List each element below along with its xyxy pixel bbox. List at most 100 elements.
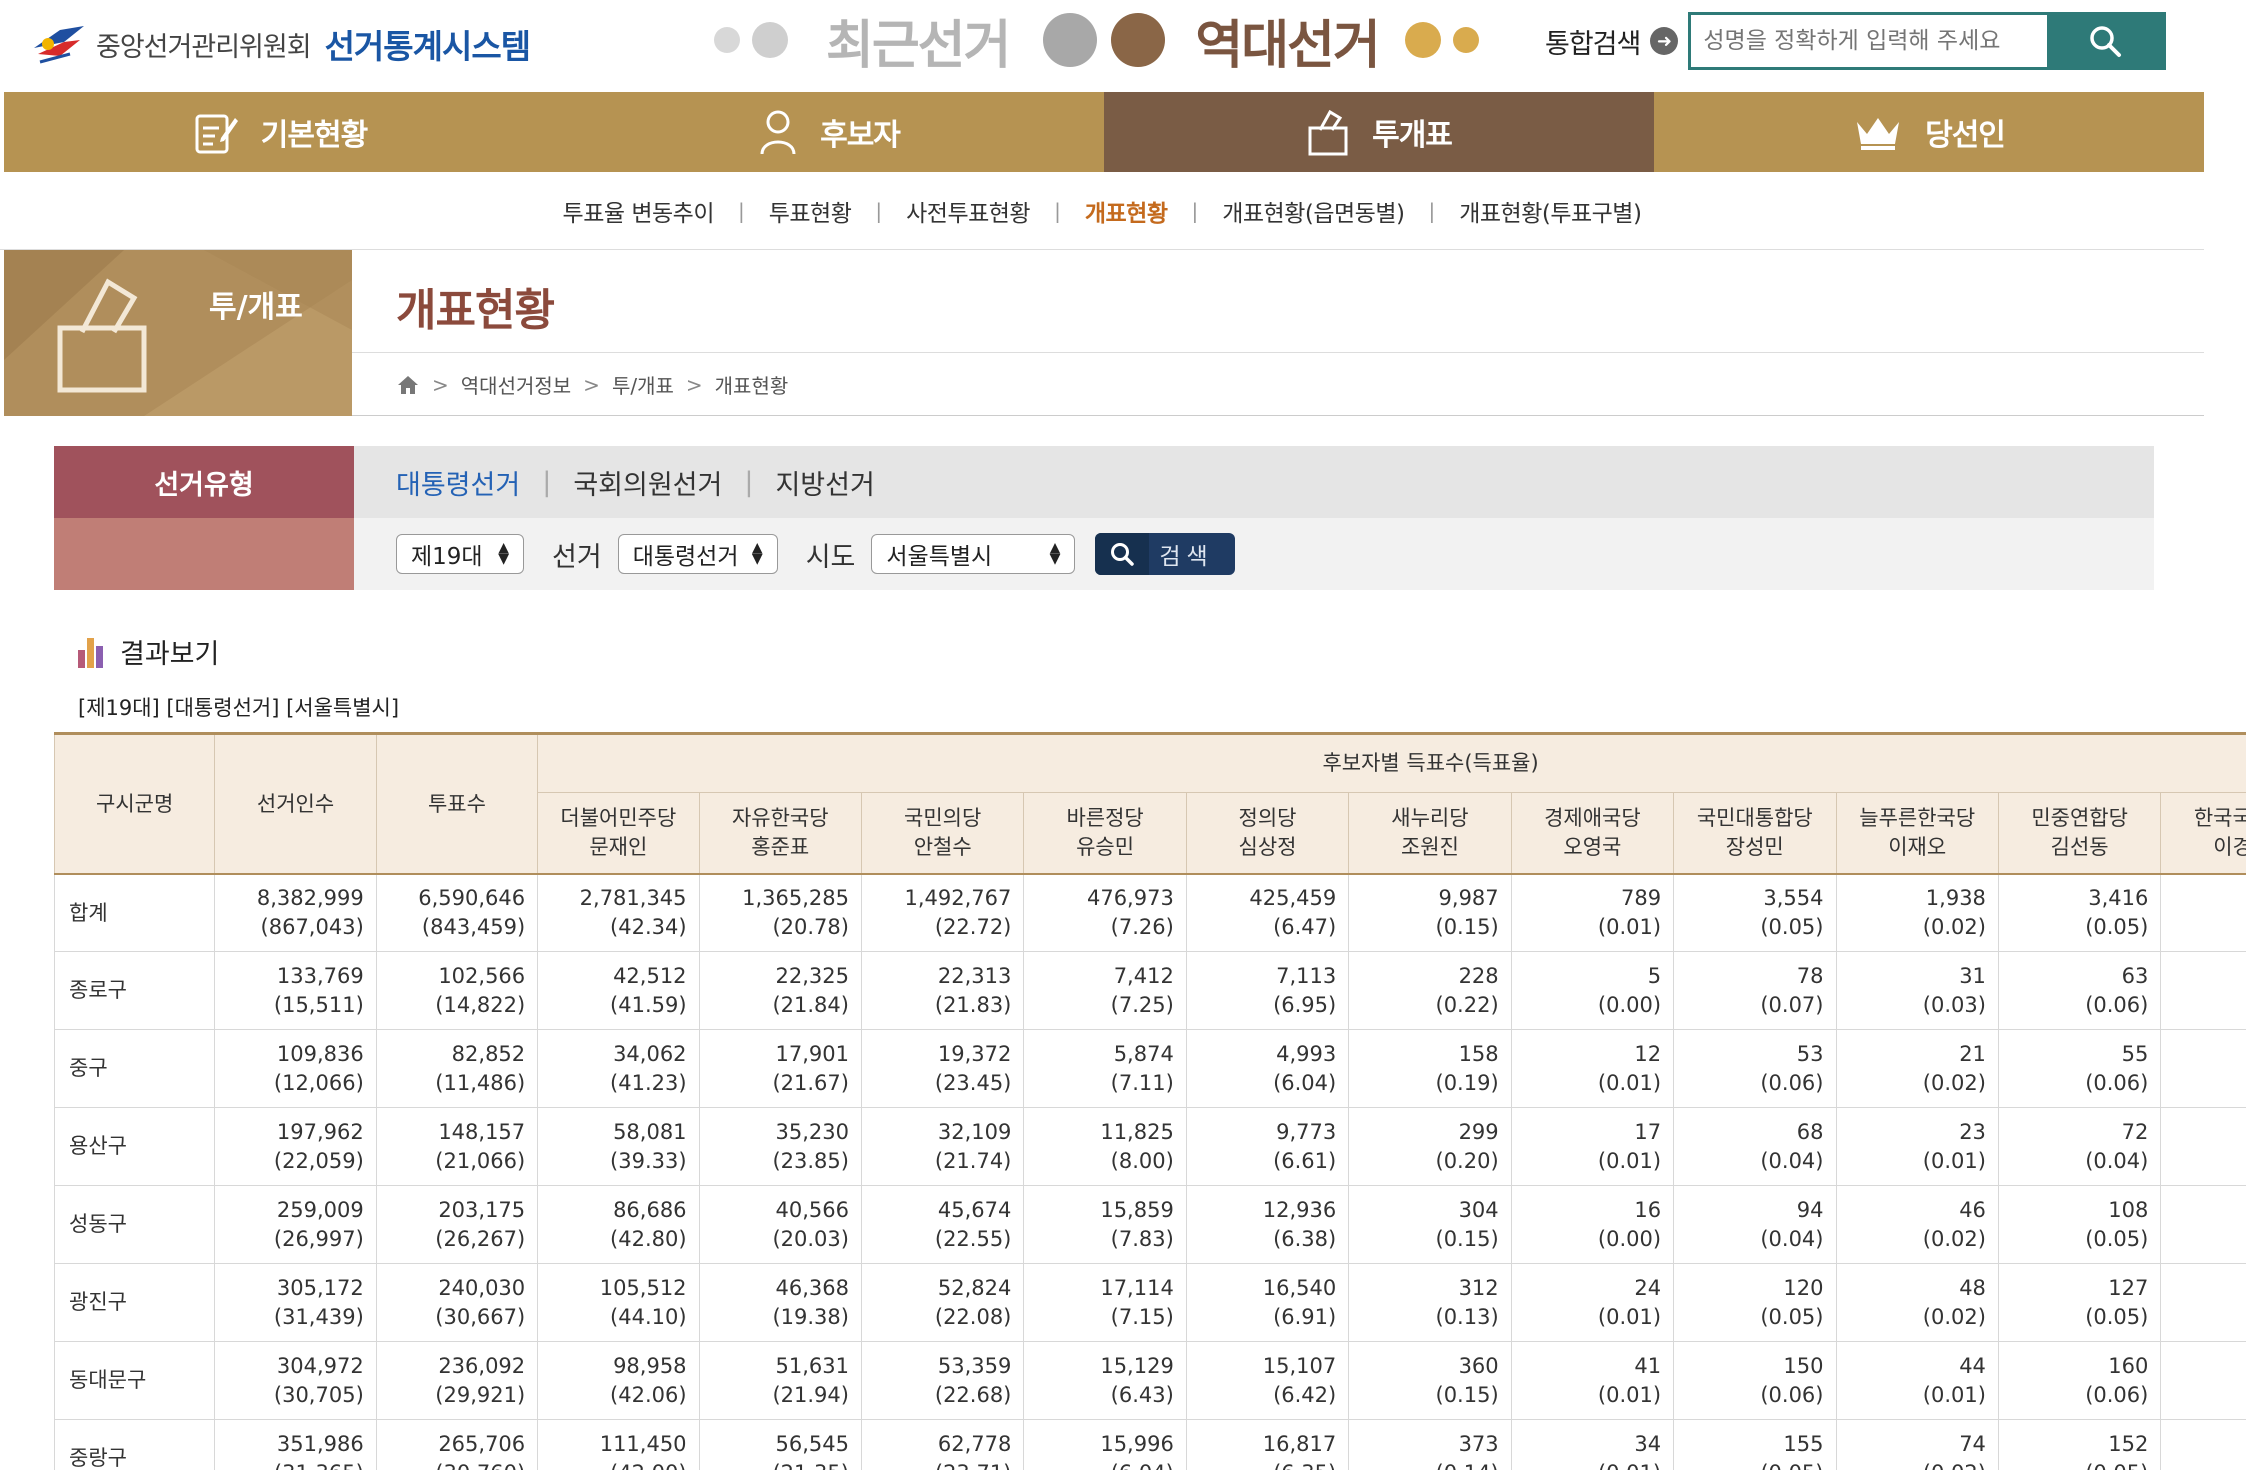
nav-label: 후보자 xyxy=(820,118,901,153)
cell-count: 44 xyxy=(1959,1354,1986,1379)
cell-sub-value: (0.04) xyxy=(1760,1148,1824,1173)
tab-presidential[interactable]: 대통령선거 xyxy=(396,463,520,502)
nav-basic-status[interactable]: 기본현황 xyxy=(4,92,554,172)
table-cell: 48(0.02) xyxy=(2160,1263,2246,1342)
search-button[interactable] xyxy=(2047,15,2164,67)
breadcrumb-item[interactable]: 투/개표 xyxy=(612,370,674,399)
breadcrumb: > 역대선거정보 > 투/개표 > 개표현황 xyxy=(396,370,788,399)
site-logo[interactable]: 중앙선거관리위원회 선거통계시스템 xyxy=(30,14,531,74)
cell-sub-value: (0.15) xyxy=(1435,1382,1499,1407)
table-cell: 312 (0.13) xyxy=(1348,1263,1512,1342)
select-value: 서울특별시 xyxy=(886,544,993,570)
table-cell: 305,172 (31,439) xyxy=(214,1263,377,1342)
subnav-counting-by-dong[interactable]: 개표현황(읍면동별) xyxy=(1222,194,1405,228)
cell-sub-value: (0.02) xyxy=(1922,1226,1986,1251)
subnav-turnout-trend[interactable]: 투표율 변동추이 xyxy=(563,194,715,228)
cell-count: 80 xyxy=(2173,1352,2246,1380)
cell-sub-value: (23.45) xyxy=(934,1070,1012,1095)
header-candidate: 민중연합당 김선동 xyxy=(1997,791,2162,875)
table-cell: 158 (0.19) xyxy=(1348,1029,1512,1108)
nav-candidates[interactable]: 후보자 xyxy=(554,92,1104,172)
cell-count: 17,114 xyxy=(1100,1276,1174,1301)
tab-separator: | xyxy=(542,466,552,498)
election-type-select[interactable]: 대통령선거 ▲ ▼ xyxy=(617,534,778,574)
table-cell: 22,313 (21.83) xyxy=(860,951,1025,1030)
search-icon xyxy=(2090,26,2122,57)
table-cell: 34,062 (41.23) xyxy=(537,1029,700,1108)
arrow-right-icon: ➜ xyxy=(1650,27,1679,55)
breadcrumb-item[interactable]: 개표현황 xyxy=(715,370,789,399)
cell-count: 127 xyxy=(2108,1276,2149,1301)
cell-sub-value: (21.84) xyxy=(772,992,849,1017)
results-header: 결과보기 xyxy=(76,632,219,671)
cell-count: 152 xyxy=(2108,1432,2149,1457)
tab-local[interactable]: 지방선거 xyxy=(775,463,874,502)
table-row: 중구 109,836 (12,066) 82,852 (11,486) 34,062 (41… xyxy=(54,1029,2246,1108)
district-name: 중구 xyxy=(54,1029,216,1108)
table-cell: 32,109 (21.74) xyxy=(860,1107,1025,1186)
select-arrows-icon: ▲ ▼ xyxy=(498,539,509,567)
table-row: 용산구 197,962 (22,059) 148,157 (21,066) 58,081 (… xyxy=(54,1107,2246,1186)
cell-sub-value: (0.05) xyxy=(1686,1459,1823,1470)
header-electors: 선거인수 xyxy=(214,732,377,874)
table-cell: 78 (0.07) xyxy=(1673,951,1837,1030)
table-cell: 63 (0.06) xyxy=(1997,951,2162,1030)
table-cell: 304 (0.15) xyxy=(1348,1185,1512,1264)
filter-search-button[interactable]: 검색 xyxy=(1095,533,1236,575)
cell-count: 98,958 xyxy=(613,1354,687,1379)
cell-sub-value: (0.14) xyxy=(1361,1459,1499,1470)
table-cell: 133,769 (15,511) xyxy=(214,951,377,1030)
election-number-select[interactable]: 제19대 ▲ ▼ xyxy=(396,534,524,574)
cell-sub-value: (6.47) xyxy=(1273,914,1337,939)
cell-sub-value: (0.01) xyxy=(1922,1382,1986,1407)
tab-national-assembly[interactable]: 국회의원선거 xyxy=(573,463,722,502)
table-row: 합계 8,382,999 (867,043) 6,590,646 (843,459) 2,… xyxy=(54,872,2246,952)
cell-sub-value: (11,486) xyxy=(435,1070,526,1095)
header-candidate: 새누리당 조원진 xyxy=(1348,791,1512,875)
table-cell: 102,566 (14,822) xyxy=(375,951,539,1030)
cell-sub-value: (0.02) xyxy=(2173,1069,2246,1097)
nav-winners[interactable]: 당선인 xyxy=(1654,92,2204,172)
header-district: 구시군명 xyxy=(54,732,216,874)
home-icon[interactable] xyxy=(396,374,420,396)
sido-select[interactable]: 서울특별시 ▲ ▼ xyxy=(871,534,1076,574)
cell-sub-value: (0.15) xyxy=(1435,1226,1499,1251)
cell-count: 12 xyxy=(1634,1042,1662,1067)
person-icon xyxy=(760,110,796,155)
search-input[interactable] xyxy=(1691,15,2048,67)
cell-sub-value: (7.26) xyxy=(1110,914,1174,939)
cell-count: 197,962 xyxy=(276,1120,364,1145)
cell-sub-value: (0.02) xyxy=(2173,1225,2246,1253)
cell-sub-value: (0.01) xyxy=(1597,1148,1662,1173)
integrated-search: 통합검색 ➜ xyxy=(1545,12,2167,70)
table-cell: 40,566 (20.03) xyxy=(698,1185,862,1264)
cell-sub-value: (41.23) xyxy=(610,1070,687,1095)
cell-count: 17 xyxy=(1634,1120,1662,1145)
table-cell: 120 (0.05) xyxy=(1673,1263,1837,1342)
recent-elections-link[interactable]: 최근선거 xyxy=(826,3,1011,78)
subnav-counting-status[interactable]: 개표현황 xyxy=(1085,194,1168,228)
table-cell: 15,859 (7.83) xyxy=(1023,1185,1187,1264)
cell-sub-value: (0.03) xyxy=(2173,1381,2246,1409)
results-description: [제19대] [대통령선거] [서울특별시] xyxy=(78,696,400,720)
cell-sub-value: (0.02) xyxy=(1922,1304,1986,1329)
cell-sub-value: (0.01) xyxy=(1597,1304,1662,1329)
subnav-early-voting[interactable]: 사전투표현황 xyxy=(906,194,1030,228)
table-cell: 17,114 (7.15) xyxy=(1023,1263,1187,1342)
table-cell: 74 (0.02) xyxy=(1835,1419,1999,1470)
past-elections-link[interactable]: 역대선거 xyxy=(1195,3,1380,78)
results-table-container[interactable]: 구시군명 선거인수 투표수 후보자별 득표수(득표율) 더불어민주당 문재인 자유한… xyxy=(54,732,2246,1470)
subnav-voting-status[interactable]: 투표현황 xyxy=(769,194,852,228)
subnav-counting-by-precinct[interactable]: 개표현황(투표구별) xyxy=(1459,194,1642,228)
table-cell: 18(0.02) xyxy=(2160,1029,2246,1108)
subnav-separator: | xyxy=(1054,198,1061,223)
cell-count: 34 xyxy=(1634,1432,1662,1457)
cell-sub-value: (0.02) xyxy=(2173,1459,2246,1470)
cell-sub-value: (0.02) xyxy=(1922,1070,1986,1095)
breadcrumb-item[interactable]: 역대선거정보 xyxy=(461,370,571,399)
cell-count: 15,859 xyxy=(1100,1198,1174,1223)
cell-sub-value: (42.06) xyxy=(610,1382,687,1407)
nav-voting-counting[interactable]: 투개표 xyxy=(1104,92,1654,172)
cell-count: 58,081 xyxy=(613,1120,687,1145)
header-candidate: 더불어민주당 문재인 xyxy=(537,791,700,875)
